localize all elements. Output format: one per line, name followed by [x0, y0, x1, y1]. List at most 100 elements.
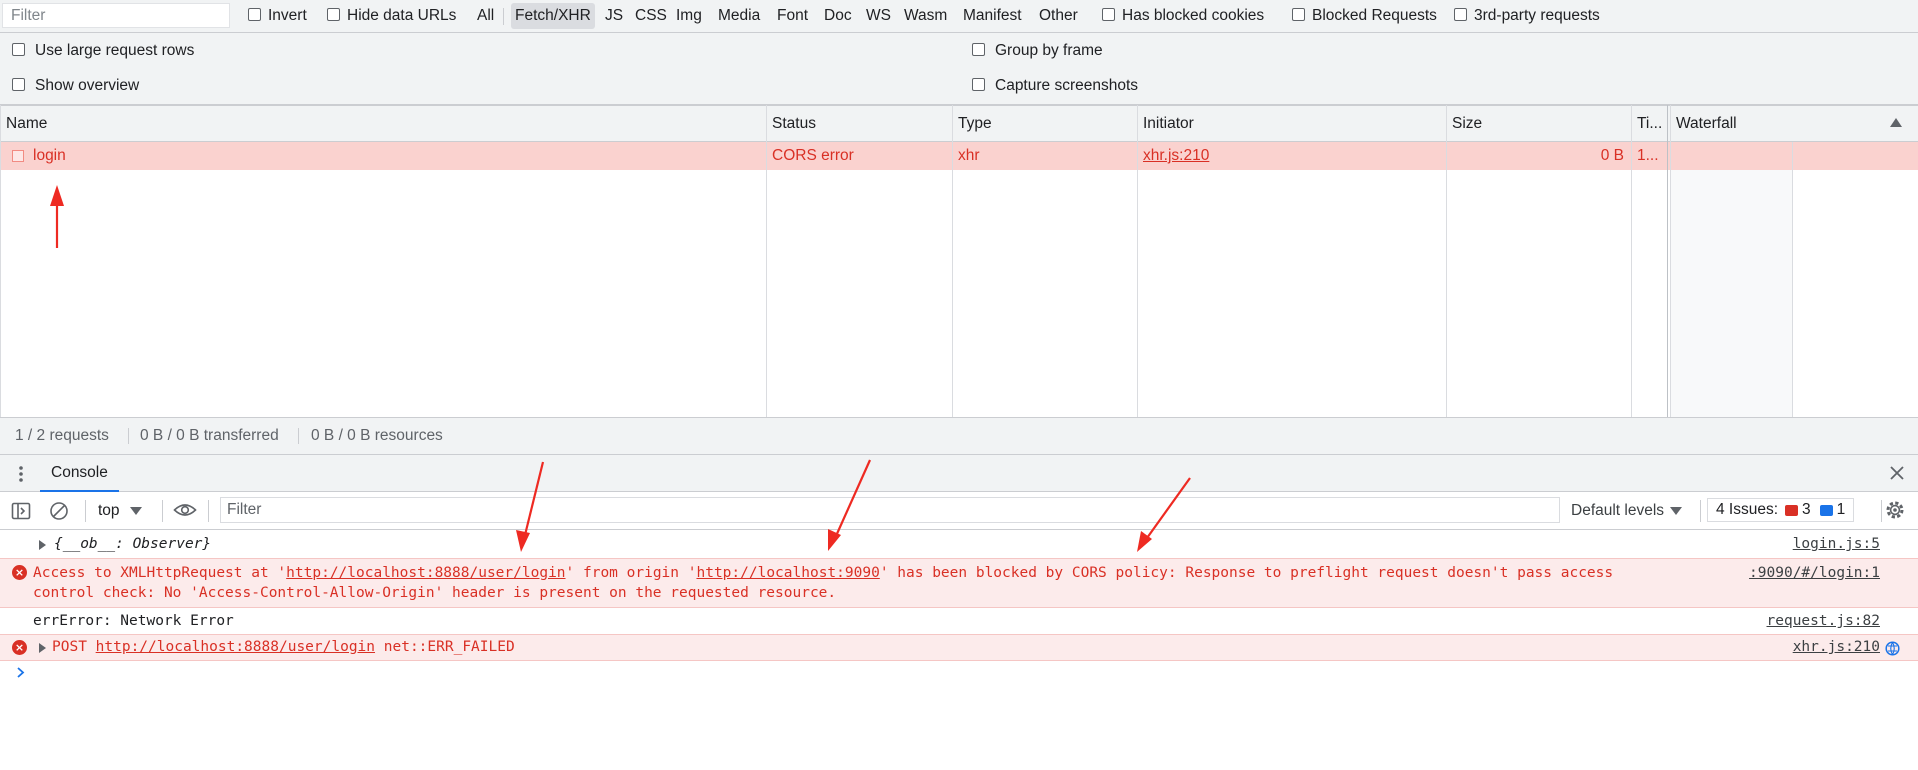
cors-text: ' has been blocked by CORS policy: Respo… — [879, 565, 1614, 581]
checkbox-box[interactable] — [972, 43, 985, 56]
checkbox-box[interactable] — [1102, 8, 1115, 21]
drawer-tabbar: Console — [0, 455, 1918, 492]
third-party-label: 3rd-party requests — [1474, 7, 1600, 24]
type-filter-css[interactable]: CSS — [635, 3, 667, 29]
network-error-text: errError: Network Error — [33, 613, 234, 629]
sort-ascending-icon[interactable] — [1890, 118, 1902, 127]
column-initiator[interactable]: Initiator — [1137, 106, 1194, 142]
type-filter-js[interactable]: JS — [605, 3, 623, 29]
show-overview-label: Show overview — [35, 77, 140, 94]
column-waterfall[interactable]: Waterfall — [1670, 106, 1737, 142]
cors-error-line1: Access to XMLHttpRequest at 'http://loca… — [33, 563, 1613, 583]
column-divider[interactable] — [952, 105, 953, 417]
clear-console-icon[interactable] — [49, 501, 69, 521]
source-link[interactable]: :9090/#/login:1 — [1749, 563, 1880, 583]
console-prompt[interactable] — [0, 662, 1918, 686]
request-type: xhr — [958, 147, 980, 164]
column-name[interactable]: Name — [0, 106, 47, 142]
post-method: POST — [52, 639, 87, 655]
cors-url-link[interactable]: http://localhost:8888/user/login — [286, 565, 565, 581]
context-selector[interactable]: top — [98, 492, 142, 529]
expand-triangle-icon[interactable] — [39, 643, 46, 653]
capture-screenshots-checkbox[interactable]: Capture screenshots — [972, 76, 1138, 96]
issues-button[interactable]: 4 Issues: 3 1 — [1707, 498, 1855, 522]
invert-checkbox[interactable]: Invert — [248, 0, 307, 32]
checkbox-box[interactable] — [248, 8, 261, 21]
console-message-observer: {__ob__: Observer} login.js:5 — [0, 531, 1918, 558]
column-divider[interactable] — [1446, 105, 1447, 417]
network-filter-input[interactable]: Filter — [2, 3, 230, 28]
summary-resources: 0 B / 0 B resources — [311, 427, 443, 444]
source-link[interactable]: login.js:5 — [1793, 531, 1880, 558]
divider — [503, 8, 504, 25]
eye-icon[interactable] — [173, 500, 197, 520]
error-icon: × — [12, 565, 27, 580]
hide-data-urls-checkbox[interactable]: Hide data URLs — [327, 0, 456, 32]
large-rows-checkbox[interactable]: Use large request rows — [12, 41, 194, 61]
column-divider[interactable] — [766, 105, 767, 417]
log-levels-dropdown[interactable]: Default levels — [1571, 492, 1683, 529]
summary-requests: 1 / 2 requests — [15, 427, 109, 444]
group-by-frame-checkbox[interactable]: Group by frame — [972, 41, 1103, 61]
tab-console[interactable]: Console — [40, 455, 119, 492]
console-message-cors-error: × Access to XMLHttpRequest at 'http://lo… — [0, 558, 1918, 608]
blocked-requests-label: Blocked Requests — [1312, 7, 1437, 24]
divider — [1881, 500, 1882, 522]
invert-label: Invert — [268, 7, 307, 24]
type-filter-ws[interactable]: WS — [866, 3, 891, 29]
type-filter-fetch-xhr[interactable]: Fetch/XHR — [511, 3, 595, 29]
column-time[interactable]: Ti... — [1631, 106, 1662, 142]
divider — [162, 500, 163, 522]
request-initiator-link[interactable]: xhr.js:210 — [1143, 142, 1209, 170]
observer-object[interactable]: {__ob__: Observer} — [54, 531, 211, 558]
divider — [128, 428, 129, 444]
show-overview-checkbox[interactable]: Show overview — [12, 76, 139, 96]
post-url-link[interactable]: http://localhost:8888/user/login — [96, 639, 375, 655]
type-filter-other[interactable]: Other — [1039, 3, 1078, 29]
third-party-checkbox[interactable]: 3rd-party requests — [1454, 0, 1600, 32]
error-badge-icon — [1785, 504, 1799, 516]
request-time: 1... — [1637, 147, 1659, 164]
column-divider[interactable] — [1137, 105, 1138, 417]
checkbox-box[interactable] — [12, 78, 25, 91]
log-levels-label: Default levels — [1571, 501, 1665, 519]
has-blocked-cookies-checkbox[interactable]: Has blocked cookies — [1102, 0, 1264, 32]
blocked-requests-checkbox[interactable]: Blocked Requests — [1292, 0, 1437, 32]
expand-triangle-icon[interactable] — [39, 540, 46, 550]
gear-icon[interactable] — [1884, 499, 1906, 521]
chevron-down-icon — [1670, 506, 1683, 515]
checkbox-box[interactable] — [1292, 8, 1305, 21]
divider — [298, 428, 299, 444]
checkbox-box[interactable] — [12, 43, 25, 56]
column-size[interactable]: Size — [1446, 106, 1482, 142]
type-filter-img[interactable]: Img — [676, 3, 702, 29]
type-filter-wasm[interactable]: Wasm — [904, 3, 947, 29]
source-link[interactable]: request.js:82 — [1767, 608, 1881, 634]
more-options-icon[interactable] — [15, 464, 27, 484]
close-icon[interactable] — [1888, 464, 1906, 482]
table-left-border — [0, 105, 1, 417]
cors-origin-link[interactable]: http://localhost:9090 — [696, 565, 879, 581]
post-error-code: net::ERR_FAILED — [383, 639, 515, 655]
console-filter-input[interactable]: Filter — [220, 497, 1560, 523]
type-filter-font[interactable]: Font — [777, 3, 808, 29]
checkbox-box[interactable] — [327, 8, 340, 21]
type-filter-doc[interactable]: Doc — [824, 3, 852, 29]
type-filter-manifest[interactable]: Manifest — [963, 3, 1022, 29]
type-filter-media[interactable]: Media — [718, 3, 760, 29]
column-type[interactable]: Type — [952, 106, 992, 142]
column-divider[interactable] — [1667, 105, 1668, 417]
type-filter-all[interactable]: All — [477, 3, 494, 29]
issues-error-count: 3 — [1802, 501, 1811, 518]
waterfall-gridline — [1792, 142, 1793, 417]
column-status[interactable]: Status — [766, 106, 816, 142]
sidebar-toggle-icon[interactable] — [11, 501, 31, 521]
column-divider[interactable] — [1631, 105, 1632, 417]
issues-info-count: 1 — [1836, 501, 1846, 518]
request-name[interactable]: login — [33, 142, 66, 170]
checkbox-box[interactable] — [972, 78, 985, 91]
network-globe-icon[interactable] — [1885, 641, 1900, 656]
checkbox-box[interactable] — [1454, 8, 1467, 21]
source-link[interactable]: xhr.js:210 — [1793, 635, 1880, 660]
column-divider[interactable] — [1670, 105, 1671, 417]
